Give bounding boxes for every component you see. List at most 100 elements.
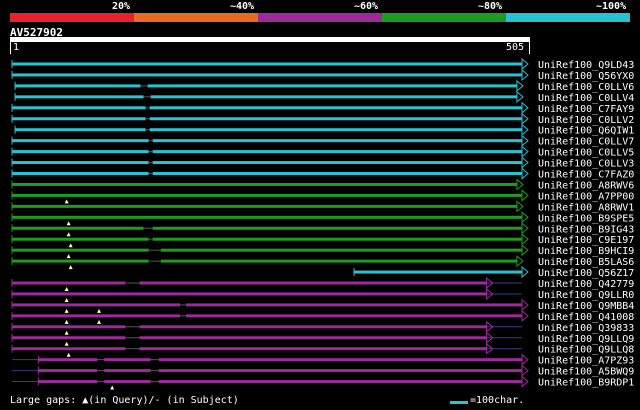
- hit-end-arrow: [521, 244, 529, 257]
- hit-label: UniRef100_Q42779: [538, 279, 634, 290]
- hit-label: UniRef100_C0LLV6: [538, 82, 634, 93]
- hit-end-arrow: [521, 309, 529, 322]
- hit-segment: [139, 281, 487, 285]
- hit-segment: [139, 347, 487, 351]
- gap-in-query-marker: [64, 287, 69, 291]
- hit-segment: [12, 150, 149, 154]
- hit-end-arrow: [521, 353, 529, 366]
- hit-label: UniRef100_C0LLV5: [538, 148, 634, 159]
- hit-segment: [12, 281, 126, 285]
- hit-label: UniRef100_C9E197: [538, 235, 634, 246]
- gap-in-query-marker: [110, 385, 115, 390]
- hit-segment: [15, 84, 141, 88]
- hit-label: UniRef100_B5LAS6: [538, 257, 634, 268]
- hit-segment: [12, 314, 180, 318]
- gap-in-query-marker: [66, 232, 71, 237]
- hit-segment: [139, 325, 487, 329]
- hit-end-arrow: [516, 90, 524, 103]
- hit-end-arrow: [521, 101, 529, 114]
- hit-segment: [15, 95, 144, 99]
- hit-segment: [12, 204, 517, 208]
- gap-in-query-marker: [64, 308, 69, 313]
- gaps-legend-suffix: (in Query)/- (in Subject): [88, 395, 239, 406]
- hit-end-arrow: [521, 112, 529, 125]
- gap-in-query-marker: [64, 341, 69, 346]
- hit-segment: [158, 369, 522, 373]
- hit-segment: [186, 303, 523, 307]
- scale-bar: [450, 401, 468, 404]
- gap-in-query-marker: [66, 254, 71, 259]
- gap-in-query-marker: [97, 308, 102, 313]
- hit-segment: [12, 248, 149, 252]
- hit-label: UniRef100_C0LLV7: [538, 137, 634, 148]
- hit-label: UniRef100_C0LLV2: [538, 115, 634, 126]
- hit-end-arrow: [521, 364, 529, 377]
- hit-segment: [354, 270, 522, 274]
- gap-in-query-marker: [66, 221, 71, 226]
- hit-end-arrow: [521, 134, 529, 147]
- gap-in-query-marker: [68, 243, 73, 248]
- hit-segment: [149, 117, 522, 121]
- hit-label: UniRef100_A7PP00: [538, 191, 634, 202]
- hit-label: UniRef100_C0LLV3: [538, 159, 634, 170]
- hit-segment: [158, 358, 522, 362]
- scale-label: =100char.: [470, 395, 525, 406]
- hit-label: UniRef100_Q9LLQ9: [538, 334, 634, 345]
- hit-end-arrow: [516, 79, 524, 92]
- hit-label: UniRef100_B9SPE5: [538, 213, 634, 224]
- hit-segment: [12, 161, 149, 165]
- hit-segment: [152, 139, 522, 143]
- hit-label: UniRef100_Q9MBB4: [538, 301, 634, 312]
- hit-segment: [12, 336, 126, 340]
- gap-in-query-marker: [64, 199, 69, 204]
- hit-end-arrow: [521, 156, 529, 169]
- hit-segment: [12, 325, 126, 329]
- gap-in-query-marker: [66, 352, 71, 357]
- hit-end-arrow: [521, 68, 529, 82]
- hit-segment: [152, 150, 522, 154]
- hit-end-arrow: [521, 298, 529, 311]
- hit-end-arrow: [521, 233, 529, 246]
- hit-segment: [152, 172, 522, 175]
- gap-in-query-marker: [97, 319, 102, 324]
- hit-segment: [12, 215, 522, 219]
- gap-in-query-marker: [64, 297, 69, 302]
- hit-label: UniRef100_Q56YX0: [538, 71, 634, 82]
- hit-label: UniRef100_Q6QIW1: [538, 126, 634, 137]
- hit-segment: [12, 237, 149, 241]
- hit-segment: [12, 303, 180, 307]
- hit-label: UniRef100_B9HCI9: [538, 246, 634, 257]
- hit-segment: [12, 139, 149, 143]
- hit-end-arrow: [521, 265, 529, 279]
- hits-area: UniRef100_Q9LD43UniRef100_Q56YX0UniRef10…: [11, 57, 634, 390]
- hit-segment: [149, 106, 522, 110]
- gap-in-query-marker: [64, 319, 69, 324]
- hit-end-arrow: [521, 167, 529, 180]
- hit-segment: [38, 380, 97, 384]
- hit-label: UniRef100_Q9LLQ8: [538, 345, 634, 356]
- hit-label: UniRef100_A5BWQ9: [538, 367, 634, 378]
- hit-segment: [12, 226, 144, 230]
- hit-label: UniRef100_Q9LLR0: [538, 290, 634, 301]
- hit-segment: [12, 259, 149, 263]
- hit-segment: [12, 292, 487, 296]
- hit-segment: [12, 117, 146, 121]
- hit-segment: [38, 369, 97, 373]
- hit-segment: [158, 380, 522, 384]
- hit-segment: [12, 172, 149, 175]
- hit-segment: [104, 358, 151, 362]
- gaps-legend: Large gaps: ▲(in Query)/- (in Subject): [10, 395, 239, 406]
- hit-segment: [38, 358, 97, 362]
- hit-segment: [12, 62, 522, 66]
- hit-segment: [12, 347, 126, 351]
- gap-in-query-marker: [68, 265, 73, 270]
- hit-label: UniRef100_Q56Z17: [538, 268, 634, 279]
- hit-label: UniRef100_Q41008: [538, 312, 634, 323]
- hit-end-arrow: [516, 255, 524, 268]
- hit-segment: [186, 314, 523, 318]
- hit-segment: [147, 84, 517, 88]
- hit-segment: [104, 369, 151, 373]
- hit-label: UniRef100_A8RWV6: [538, 180, 634, 191]
- hit-segment: [160, 248, 522, 252]
- hit-end-arrow: [521, 189, 529, 202]
